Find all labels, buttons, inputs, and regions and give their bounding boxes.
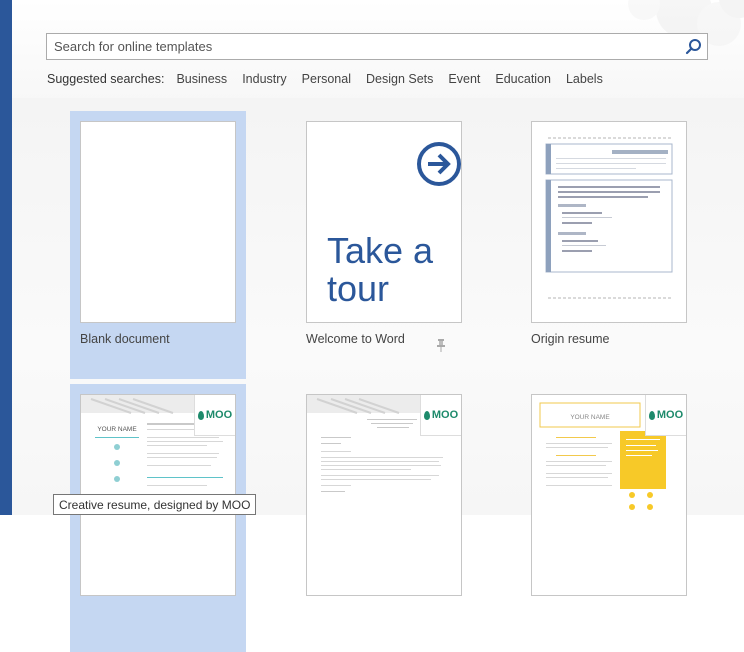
moo-logo: MOO <box>194 395 235 436</box>
template-label: Blank document <box>80 332 170 346</box>
resume-name: YOUR NAME <box>97 426 137 433</box>
template-label: Welcome to Word <box>306 332 405 346</box>
template-search-box <box>46 33 708 60</box>
search-icon[interactable] <box>685 38 703 56</box>
template-label: Origin resume <box>531 332 610 346</box>
suggested-link-business[interactable]: Business <box>176 72 227 86</box>
template-thumbnail <box>80 121 236 323</box>
template-blank-document[interactable]: Blank document <box>70 111 246 379</box>
template-thumbnail <box>531 121 687 323</box>
template-thumbnail: MOO <box>306 394 462 596</box>
template-thumbnail: YOUR NAME MOO <box>531 394 687 596</box>
moo-drop-icon <box>648 410 655 420</box>
moo-drop-icon <box>197 410 204 420</box>
pin-icon[interactable] <box>436 339 446 352</box>
template-moo-letter[interactable]: MOO <box>296 384 472 652</box>
tour-line-1: Take a <box>327 230 434 271</box>
suggested-link-personal[interactable]: Personal <box>302 72 351 86</box>
moo-logo: MOO <box>645 395 686 436</box>
resume-name: YOUR NAME <box>570 414 610 421</box>
moo-logo: MOO <box>420 395 461 436</box>
template-origin-resume[interactable]: Origin resume <box>521 111 697 379</box>
suggested-searches-label: Suggested searches: <box>47 72 165 86</box>
search-input[interactable] <box>47 34 677 59</box>
app-sidebar-strip <box>0 0 12 515</box>
tour-thumbnail-text: Take a tour <box>327 232 433 308</box>
origin-resume-preview <box>545 137 673 299</box>
suggested-link-industry[interactable]: Industry <box>242 72 286 86</box>
template-thumbnail: Take a tour <box>306 121 462 323</box>
template-moo-yellow-resume[interactable]: YOUR NAME MOO <box>521 384 697 652</box>
template-creative-resume-moo[interactable]: YOUR NAME MOO <box>70 384 246 652</box>
suggested-link-event[interactable]: Event <box>448 72 480 86</box>
suggested-link-education[interactable]: Education <box>495 72 551 86</box>
arrow-right-circle-icon <box>417 142 461 186</box>
suggested-link-labels[interactable]: Labels <box>566 72 603 86</box>
moo-drop-icon <box>423 410 430 420</box>
template-tooltip: Creative resume, designed by MOO <box>53 494 257 515</box>
suggested-searches: Suggested searches: Business Industry Perso… <box>47 72 618 88</box>
suggested-link-design-sets[interactable]: Design Sets <box>366 72 433 86</box>
tour-line-2: tour <box>327 268 390 309</box>
template-welcome-to-word[interactable]: Take a tour Welcome to Word <box>296 111 472 379</box>
